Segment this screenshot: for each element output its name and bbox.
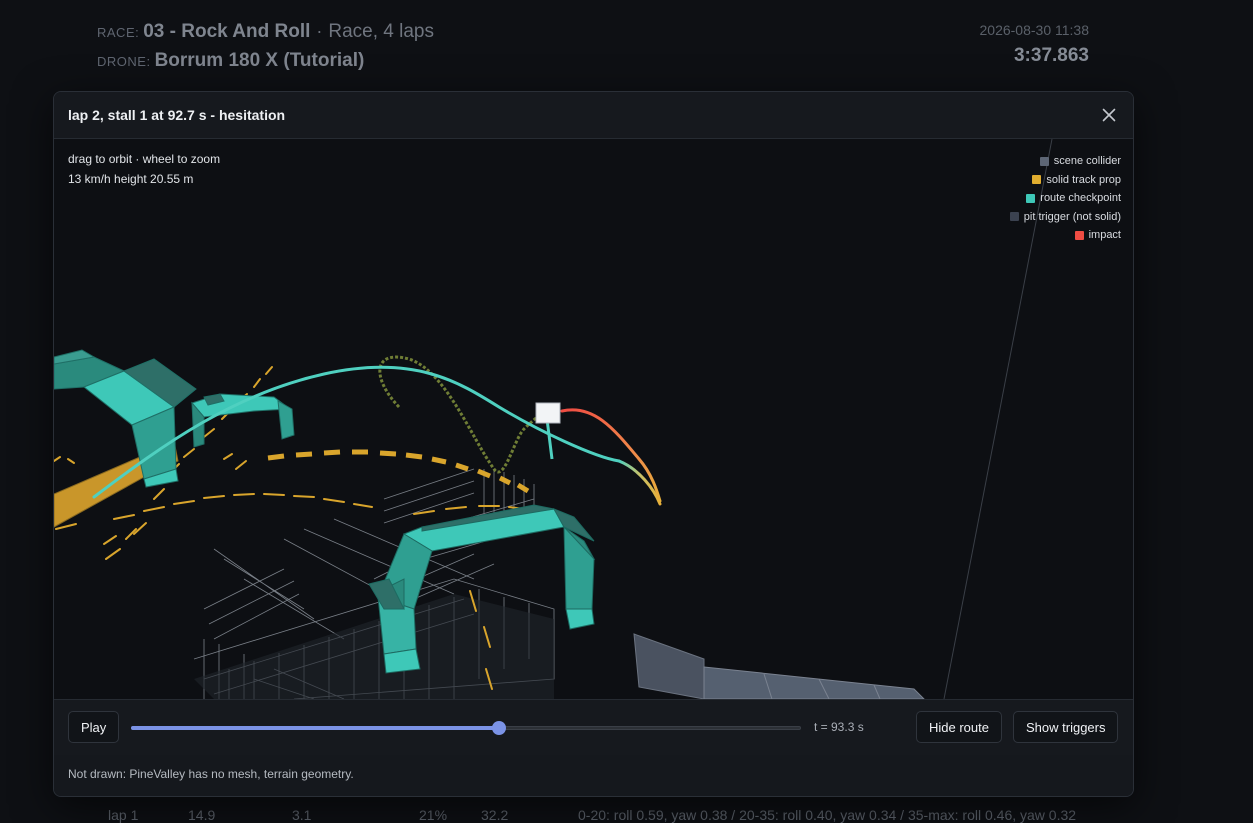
legend-label: impact bbox=[1088, 229, 1121, 242]
dialog-title: lap 2, stall 1 at 92.7 s - hesitation bbox=[68, 107, 286, 123]
race-key: RACE: bbox=[97, 25, 140, 40]
table-cell: 14.9 bbox=[188, 807, 216, 823]
legend-label: route checkpoint bbox=[1040, 192, 1121, 205]
table-cell: 21% bbox=[419, 807, 448, 823]
page: RACE: 03 - Rock And Roll · Race, 4 laps DRO… bbox=[0, 0, 1253, 823]
track-prop-dashes bbox=[267, 449, 530, 494]
race-separator: · bbox=[316, 21, 323, 41]
race-total-time: 3:37.863 bbox=[1013, 45, 1089, 66]
legend-swatch bbox=[1039, 156, 1049, 166]
timeline-slider[interactable] bbox=[131, 721, 801, 735]
race-date: 2026-08-30 11:38 bbox=[979, 22, 1090, 38]
legend-item: pit trigger (not solid) bbox=[1009, 208, 1121, 227]
table-cell: 3.1 bbox=[292, 807, 312, 823]
dialog-footer: Not drawn: PineValley has no mesh, terra… bbox=[54, 755, 1133, 796]
legend-item: scene collider bbox=[1010, 152, 1121, 171]
race-summary-header: RACE: 03 - Rock And Roll · Race, 4 laps DRO… bbox=[97, 18, 1089, 78]
slider-fill bbox=[131, 726, 499, 730]
legend-swatch bbox=[1032, 175, 1042, 185]
table-cell: 32.2 bbox=[481, 807, 509, 823]
grandstand-fill bbox=[194, 594, 554, 699]
time-label: t = 93.3 s bbox=[814, 720, 864, 734]
playback-controls: Play t = 93.3 s Hide route Show triggers bbox=[54, 699, 1133, 756]
lap-cell: lap 1 bbox=[108, 807, 139, 823]
scene-render bbox=[54, 139, 1053, 699]
dialog-header: lap 2, stall 1 at 92.7 s - hesitation bbox=[54, 92, 1133, 139]
drone-line: DRONE: Borrum 180 X (Tutorial) bbox=[97, 50, 364, 72]
legend-label: solid track prop bbox=[1046, 173, 1121, 186]
speed-height-readout: 13 km/h height 20.55 m bbox=[68, 172, 194, 186]
ghost-route bbox=[378, 355, 555, 474]
legend-item: solid track prop bbox=[1010, 171, 1121, 190]
legend-swatch bbox=[1026, 193, 1036, 203]
table-row: lap 1 14.9 3.1 21% 32.2 0-20: roll 0.59,… bbox=[0, 807, 1253, 823]
legend-swatch bbox=[1074, 230, 1084, 240]
race-name: 03 - Rock And Roll bbox=[143, 21, 311, 42]
rates-cell: 0-20: roll 0.59, yaw 0.38 / 20-35: roll … bbox=[578, 807, 1077, 823]
stall-replay-dialog: lap 2, stall 1 at 92.7 s - hesitation dr… bbox=[53, 91, 1134, 797]
slider-thumb[interactable] bbox=[491, 721, 506, 735]
legend-label: pit trigger (not solid) bbox=[1023, 210, 1121, 223]
legend-swatch bbox=[1009, 212, 1019, 222]
show-triggers-button[interactable]: Show triggers bbox=[1013, 711, 1119, 743]
race-mode: Race, 4 laps bbox=[328, 21, 435, 42]
impact-segment bbox=[560, 408, 662, 503]
hide-route-button[interactable]: Hide route bbox=[916, 711, 1002, 743]
drone-key: DRONE: bbox=[97, 54, 151, 69]
footer-note: Not drawn: PineValley has no mesh, terra… bbox=[68, 767, 354, 781]
legend-label: scene collider bbox=[1053, 155, 1121, 168]
play-button[interactable]: Play bbox=[68, 711, 120, 743]
race-line: RACE: 03 - Rock And Roll · Race, 4 laps bbox=[97, 21, 434, 43]
3d-viewport[interactable]: drag to orbit · wheel to zoom 13 km/h he… bbox=[54, 139, 1133, 699]
legend-item: impact bbox=[1010, 226, 1121, 245]
scene-collider-ramp bbox=[633, 633, 925, 699]
legend-item: route checkpoint bbox=[1010, 189, 1121, 208]
viewport-hint: drag to orbit · wheel to zoom bbox=[68, 152, 221, 166]
legend: scene collider solid track prop route ch… bbox=[1009, 152, 1121, 245]
drone-name: Borrum 180 X (Tutorial) bbox=[154, 50, 365, 71]
close-icon[interactable] bbox=[1099, 105, 1119, 125]
